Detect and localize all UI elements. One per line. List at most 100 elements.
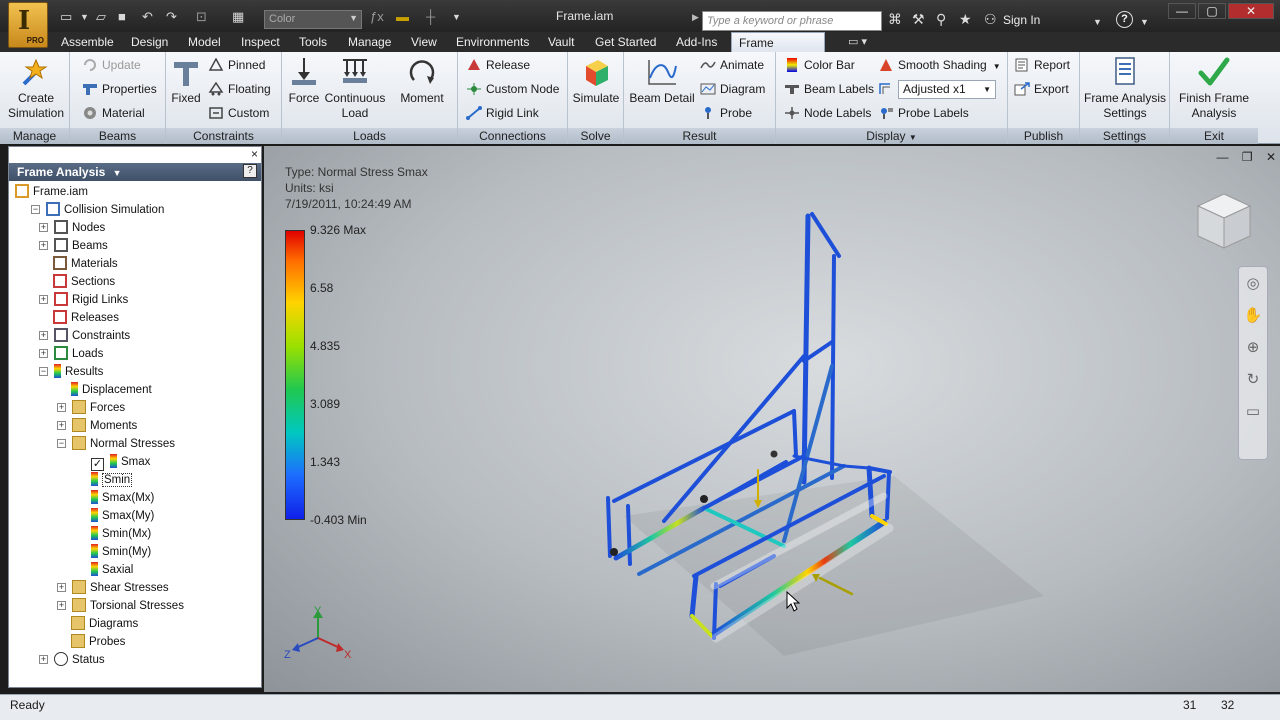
expand-icon[interactable]: + [39,295,48,304]
graphics-viewport[interactable]: — ❐ ✕ Type: Normal Stress Smax Units: ks… [264,146,1280,692]
tree-item[interactable]: + Moments [57,417,137,435]
animate-button[interactable]: Animate [700,56,764,74]
force-button[interactable]: Force [286,56,322,106]
undo-icon[interactable]: ↶ [142,9,153,25]
maximize-icon[interactable]: ▢ [1198,3,1226,19]
measure-icon[interactable]: ▬ [396,9,409,25]
tree-item[interactable]: Frame.iam [15,183,88,201]
tree-item[interactable]: Diagrams [71,615,138,633]
tree-item[interactable]: + Beams [39,237,108,255]
parameters-icon[interactable]: ƒx [370,9,384,25]
collapse-icon[interactable]: − [39,367,48,376]
tree-item[interactable]: Smin(My) [91,543,151,561]
tree-item[interactable]: + Shear Stresses [57,579,169,597]
beam-labels-button[interactable]: Beam Labels [784,80,874,98]
create-simulation-button[interactable]: Create Simulation [6,56,66,121]
communication-icon[interactable]: ⚲ [936,11,946,27]
expand-icon[interactable]: + [57,403,66,412]
crosshair-icon[interactable]: ┼ [426,9,435,25]
fixed-button[interactable]: Fixed [170,56,202,106]
frame-model[interactable] [264,146,1280,692]
help-icon[interactable]: ? [1116,11,1133,28]
tab-model[interactable]: Model [188,35,221,49]
smooth-shading-button[interactable]: Smooth Shading ▼ [878,56,1001,74]
tree-item[interactable]: Smin [91,471,133,489]
visibility-checkbox[interactable]: ✓ [91,458,104,471]
expand-icon[interactable]: + [39,223,48,232]
moment-button[interactable]: Moment [394,56,450,106]
color-bar-button[interactable]: Color Bar [784,56,855,74]
tab-vault[interactable]: Vault [548,35,574,49]
collapse-icon[interactable]: − [31,205,40,214]
tree-item[interactable]: − Normal Stresses [57,435,175,453]
continuous-load-button[interactable]: Continuous Load [322,56,388,121]
collapse-icon[interactable]: − [57,439,66,448]
report-button[interactable]: Report [1014,56,1070,74]
sign-in-link[interactable]: Sign In [1003,13,1040,27]
tab-assemble[interactable]: Assemble [61,35,114,49]
export-button[interactable]: Export [1014,80,1069,98]
search-expand-icon[interactable]: ▶ [692,12,699,23]
tab-view[interactable]: View [411,35,437,49]
tab-get-started[interactable]: Get Started [595,35,656,49]
simulate-button[interactable]: Simulate [570,56,622,106]
expand-icon[interactable]: + [57,583,66,592]
beam-detail-button[interactable]: Beam Detail [626,56,698,106]
browser-header[interactable]: Frame Analysis ▼ [9,163,261,181]
tab-inspect[interactable]: Inspect [241,35,280,49]
tree-item[interactable]: + Torsional Stresses [57,597,184,615]
tab-environments[interactable]: Environments [456,35,529,49]
tree-item[interactable]: Sections [53,273,115,291]
tree-item[interactable]: Smax(Mx) [91,489,154,507]
rigid-link-button[interactable]: Rigid Link [466,104,539,122]
expand-icon[interactable]: + [39,655,48,664]
expand-icon[interactable]: + [57,421,66,430]
probe-labels-button[interactable]: Probe Labels [878,104,969,122]
favorites-star-icon[interactable]: ★ [959,11,972,27]
tree-item[interactable]: + Forces [57,399,125,417]
tree-item[interactable]: + Constraints [39,327,130,345]
sign-in-dropdown-icon[interactable]: ▼ [1093,14,1102,30]
custom-constraint-button[interactable]: Custom [208,104,269,122]
tree-item[interactable]: + Loads [39,345,103,363]
tree-item[interactable]: Smin(Mx) [91,525,151,543]
search-input[interactable]: Type a keyword or phrase [702,11,882,31]
tab-tools[interactable]: Tools [299,35,327,49]
save-icon[interactable]: ■ [118,9,126,25]
tree-item[interactable]: Releases [53,309,119,327]
minimize-icon[interactable]: — [1168,3,1196,19]
return-icon[interactable]: ⊡ [196,9,207,25]
tree-item[interactable]: Probes [71,633,125,651]
new-icon[interactable]: ▭ [60,9,72,25]
tree-item[interactable]: + Nodes [39,219,105,237]
deformation-scale-select[interactable]: Adjusted x1 ▼ [898,80,996,99]
floating-button[interactable]: Floating [208,80,271,98]
expand-icon[interactable]: + [39,349,48,358]
open-icon[interactable]: ▱ [96,9,106,25]
pinned-button[interactable]: Pinned [208,56,265,74]
properties-button[interactable]: Properties [82,80,157,98]
application-menu-button[interactable]: I PRO [8,2,48,48]
tab-design[interactable]: Design [131,35,168,49]
tree-item[interactable]: + Status [39,651,105,669]
diagram-button[interactable]: Diagram [700,80,765,98]
binoculars-icon[interactable]: ⌘ [888,11,902,27]
subscription-icon[interactable]: ⚒ [912,11,925,27]
expand-icon[interactable]: + [39,241,48,250]
color-override-combo[interactable]: Color ▼ [264,10,362,29]
finish-frame-analysis-button[interactable]: Finish Frame Analysis [1172,56,1256,121]
node-labels-button[interactable]: Node Labels [784,104,871,122]
tree-item[interactable]: − Results [39,363,103,381]
help-dropdown-icon[interactable]: ▼ [1140,14,1149,30]
panel-title-display[interactable]: Display ▼ [776,128,1007,144]
tab-frame-analysis[interactable]: Frame Analysis [731,32,825,64]
close-icon[interactable]: ✕ [1228,3,1274,19]
tree-item[interactable]: − Collision Simulation [31,201,164,219]
new-dropdown-icon[interactable]: ▼ [80,9,89,25]
tab-manage[interactable]: Manage [348,35,391,49]
redo-icon[interactable]: ↷ [166,9,177,25]
tree-item[interactable]: Smax(My) [91,507,154,525]
tree-item[interactable]: Materials [53,255,118,273]
probe-button[interactable]: Probe [700,104,752,122]
custom-node-button[interactable]: Custom Node [466,80,559,98]
